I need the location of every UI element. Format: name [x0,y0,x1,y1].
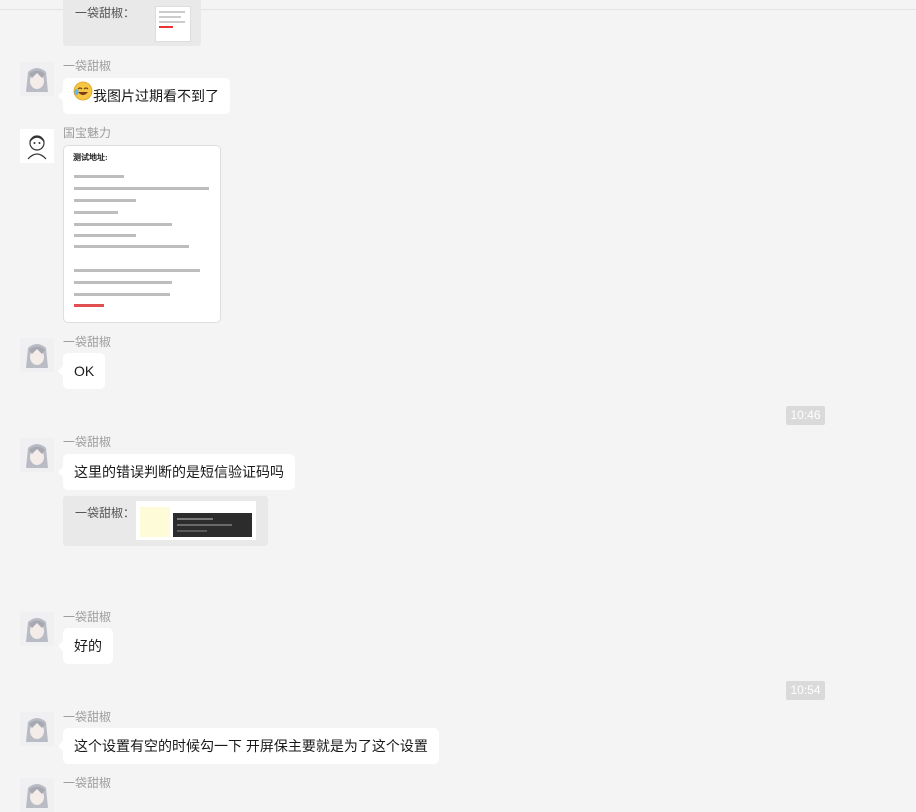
sender-name: 一袋甜椒 [63,710,112,724]
quoted-image-reply[interactable]: 一袋甜椒： [63,0,201,46]
avatar[interactable] [20,438,54,472]
document-image-message[interactable]: 测试地址: [63,145,221,323]
message-text: OK [74,363,95,379]
timestamp: 10:54 [786,681,825,700]
message-text: 好的 [74,638,102,654]
avatar[interactable] [20,712,54,746]
message-text: 这里的错误判断的是短信验证码吗 [74,464,284,480]
crying-laughing-emoji-icon [73,78,93,114]
message-bubble[interactable]: 好的 [58,628,113,664]
sender-name: 一袋甜椒 [63,610,112,624]
quote-label: 一袋甜椒： [75,506,136,520]
sender-name: 国宝魅力 [63,126,112,140]
message-text: 我图片过期看不到了 [93,88,219,104]
message-text: 这个设置有空的时候勾一下 开屏保主要就是为了这个设置 [74,738,428,754]
avatar[interactable] [20,778,54,812]
avatar[interactable] [20,129,54,163]
document-title: 测试地址: [73,153,108,162]
sender-name: 一袋甜椒 [63,776,112,790]
sender-name: 一袋甜椒 [63,335,112,349]
quote-thumbnail[interactable] [155,6,191,42]
quoted-image-reply[interactable]: 一袋甜椒： [63,496,268,546]
avatar[interactable] [20,338,54,372]
sender-name: 一袋甜椒 [63,59,112,73]
timestamp: 10:46 [786,406,825,425]
message-bubble[interactable]: OK [57,353,106,389]
quote-thumbnail[interactable] [136,501,256,540]
quote-label: 一袋甜椒： [75,6,136,20]
message-bubble[interactable]: 这个设置有空的时候勾一下 开屏保主要就是为了这个设置 [58,728,439,764]
avatar[interactable] [20,62,54,96]
sender-name: 一袋甜椒 [63,435,112,449]
message-bubble[interactable]: 我图片过期看不到了 [58,78,230,114]
avatar[interactable] [20,612,54,646]
message-bubble[interactable]: 这里的错误判断的是短信验证码吗 [58,454,295,490]
